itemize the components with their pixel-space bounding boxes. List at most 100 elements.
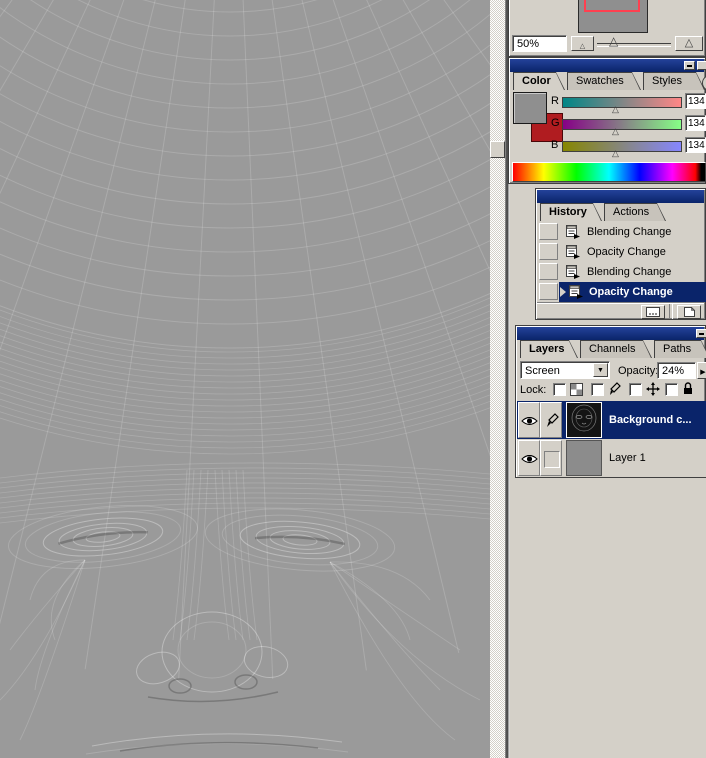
history-panel: History Actions Blending Change Opacity … bbox=[535, 188, 706, 320]
history-state-label: Opacity Change bbox=[587, 246, 666, 258]
collapse-button[interactable] bbox=[696, 329, 706, 338]
history-state-row[interactable]: Opacity Change bbox=[537, 242, 706, 262]
collapse-button[interactable] bbox=[684, 61, 695, 70]
layer-row[interactable]: Layer 1 bbox=[517, 439, 706, 477]
channel-r-thumb[interactable]: △ bbox=[612, 105, 619, 114]
opacity-label: Opacity: bbox=[618, 365, 658, 377]
tab-swatches-label: Swatches bbox=[568, 73, 640, 90]
history-panel-titlebar[interactable] bbox=[537, 190, 704, 203]
blend-mode-select[interactable]: Screen ▼ bbox=[520, 361, 610, 379]
channel-r-label: R bbox=[551, 95, 559, 107]
channel-b-slider[interactable] bbox=[562, 141, 682, 152]
tab-layers-label: Layers bbox=[521, 341, 577, 358]
close-button[interactable] bbox=[697, 61, 706, 70]
opacity-slider-button[interactable]: ▶ bbox=[697, 362, 706, 379]
tab-channels-label: Channels bbox=[581, 341, 651, 358]
visibility-cell[interactable] bbox=[518, 402, 540, 438]
history-state-row[interactable]: Blending Change bbox=[537, 222, 706, 242]
color-spectrum-ramp[interactable] bbox=[512, 162, 706, 182]
channel-g-slider[interactable] bbox=[562, 119, 682, 130]
document-canvas[interactable] bbox=[0, 0, 490, 758]
layer-name: Layer 1 bbox=[609, 452, 646, 464]
tab-actions[interactable]: Actions bbox=[604, 203, 666, 221]
zoom-out-icon: △ bbox=[580, 43, 585, 50]
history-source-checkbox[interactable] bbox=[539, 223, 558, 240]
channel-b-value: 134 bbox=[688, 140, 705, 151]
visibility-cell[interactable] bbox=[518, 440, 540, 476]
layers-panel-titlebar[interactable] bbox=[517, 327, 704, 340]
layer-thumbnail[interactable] bbox=[566, 440, 602, 476]
zoom-in-icon: △ bbox=[685, 37, 693, 49]
tab-color-label: Color bbox=[514, 73, 564, 90]
tab-channels[interactable]: Channels bbox=[580, 340, 652, 358]
blend-mode-dropdown-button[interactable]: ▼ bbox=[593, 363, 608, 377]
opacity-input[interactable]: 24% bbox=[657, 362, 696, 379]
brush-icon bbox=[545, 413, 559, 428]
active-paint-cell[interactable] bbox=[540, 402, 562, 438]
channel-g-thumb[interactable]: △ bbox=[612, 127, 619, 136]
lock-transparency-checkbox[interactable] bbox=[553, 383, 566, 396]
chevron-right-icon: ▶ bbox=[700, 369, 705, 376]
layer-row-selected[interactable]: Background c... bbox=[517, 401, 706, 439]
zoom-in-button[interactable]: △ bbox=[675, 36, 703, 51]
navigator-thumbnail[interactable] bbox=[578, 0, 648, 33]
link-cell[interactable] bbox=[540, 440, 562, 476]
history-button-bar bbox=[537, 302, 704, 320]
channel-b-input[interactable]: 134 bbox=[685, 137, 706, 153]
new-snapshot-button[interactable] bbox=[677, 305, 701, 319]
lock-all-padlock-icon bbox=[682, 381, 694, 395]
tab-color[interactable]: Color bbox=[513, 72, 565, 90]
channel-b-thumb[interactable]: △ bbox=[612, 149, 619, 158]
history-state-icon bbox=[565, 264, 581, 279]
history-state-row[interactable]: Blending Change bbox=[537, 262, 706, 282]
history-source-checkbox[interactable] bbox=[539, 263, 558, 280]
lock-image-checkbox[interactable] bbox=[591, 383, 604, 396]
lock-label: Lock: bbox=[520, 384, 546, 396]
history-state-icon bbox=[565, 244, 581, 259]
new-document-icon bbox=[642, 306, 664, 318]
history-source-checkbox[interactable] bbox=[539, 283, 558, 300]
face-mesh bbox=[0, 0, 490, 758]
lock-position-checkbox[interactable] bbox=[629, 383, 642, 396]
snapshot-icon bbox=[678, 306, 700, 318]
tab-paths[interactable]: Paths bbox=[654, 340, 706, 358]
layer-thumbnail[interactable] bbox=[566, 402, 602, 438]
channel-r-value: 134 bbox=[688, 96, 705, 107]
lock-position-move-icon bbox=[646, 382, 660, 396]
lock-transparency-icon bbox=[570, 383, 583, 396]
new-document-from-state-button[interactable] bbox=[641, 305, 665, 319]
color-panel-titlebar[interactable] bbox=[510, 59, 704, 72]
channel-g-label: G bbox=[551, 117, 560, 129]
scrollbar-thumb[interactable] bbox=[490, 141, 505, 158]
color-panel: Color Swatches Styles R △ 134 G △ 134 B … bbox=[508, 57, 706, 184]
navigator-slider-thumb[interactable]: △ bbox=[609, 35, 618, 47]
navigator-panel: 50% △ △ △ bbox=[508, 0, 706, 57]
chevron-down-icon: ▼ bbox=[597, 367, 604, 374]
canvas-vertical-scrollbar[interactable] bbox=[490, 0, 506, 758]
channel-r-slider[interactable] bbox=[562, 97, 682, 108]
history-state-label: Blending Change bbox=[587, 226, 671, 238]
button-divider bbox=[669, 304, 673, 319]
photoshop-workspace: { "colors": { "workspace_bg": "#d4d0c8",… bbox=[0, 0, 706, 758]
eye-icon bbox=[521, 453, 538, 465]
tab-history-label: History bbox=[541, 204, 601, 221]
tab-swatches[interactable]: Swatches bbox=[567, 72, 641, 90]
tab-history[interactable]: History bbox=[540, 203, 602, 221]
history-state-label: Opacity Change bbox=[589, 286, 673, 298]
navigator-viewbox[interactable] bbox=[584, 0, 640, 12]
history-state-row-selected[interactable]: Opacity Change bbox=[537, 282, 706, 302]
channel-r-input[interactable]: 134 bbox=[685, 93, 706, 109]
zoom-out-button[interactable]: △ bbox=[571, 36, 594, 51]
tab-layers[interactable]: Layers bbox=[520, 340, 578, 358]
tab-styles[interactable]: Styles bbox=[643, 72, 705, 90]
lock-image-brush-icon bbox=[608, 382, 621, 396]
foreground-color-swatch[interactable] bbox=[513, 92, 547, 124]
minimize-icon bbox=[687, 65, 692, 67]
lock-all-checkbox[interactable] bbox=[665, 383, 678, 396]
channel-g-input[interactable]: 134 bbox=[685, 115, 706, 131]
navigator-zoom-input[interactable]: 50% bbox=[512, 35, 567, 52]
history-source-checkbox[interactable] bbox=[539, 243, 558, 260]
current-state-marker bbox=[560, 287, 566, 297]
opacity-value: 24% bbox=[662, 365, 684, 377]
tab-actions-label: Actions bbox=[605, 204, 665, 221]
